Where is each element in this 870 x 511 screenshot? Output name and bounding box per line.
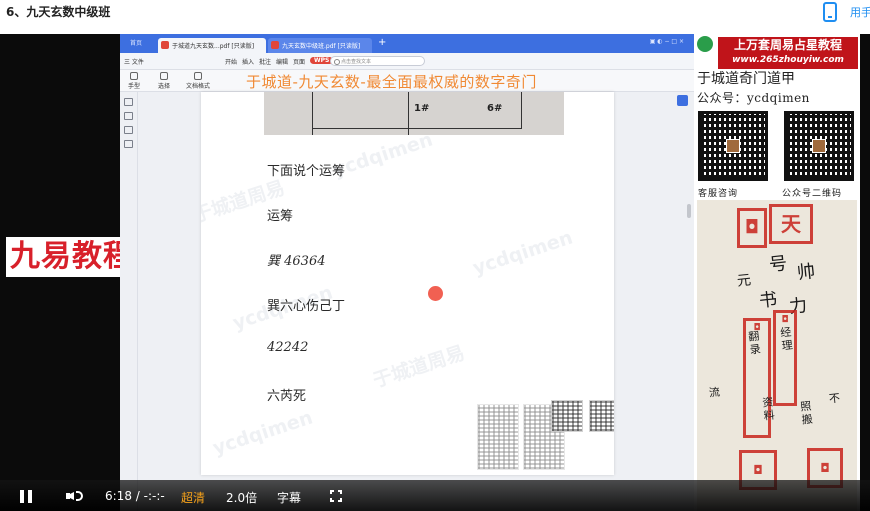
qr-avatar [726,139,740,153]
ad-panel: 上万套周易占星教程 www.265zhouyiw.com 于城道奇门道甲 公众号… [694,34,860,511]
page-header: 6、九天玄数中级班 用手 [0,0,870,24]
handwritten-mark: 流 [708,385,721,400]
tool-select: 选择 [158,72,170,90]
handwritten-mark: 资料 [761,395,776,423]
menu-comment: 批注 [259,59,272,66]
doc-line: 下面说个运筹 [267,164,346,179]
page-watermark: ycdqimen [330,128,436,182]
pdf-search-input: 点击查找文本 [330,56,425,66]
table-divider [312,92,313,135]
qr-avatar [812,139,826,153]
wps-tabbar: 首页 于城道九天玄数...pdf [只读版] 九天玄数中级班.pdf [只读版]… [120,34,694,53]
handwritten-mark: 经理 [779,325,794,353]
qr-code [589,400,614,432]
handwritten-mark: 号 [768,253,789,276]
red-seal: 天 [769,204,813,244]
window-controls: ▣ ◐ − □ × [649,38,684,45]
handwritten-mark: 书 [758,289,779,312]
signed-paper: ◘ 天 元 号 帅 书 力 ◘ ◘ 翻录 经理 资料 照搬 不 流 ◘ ◘ [697,200,857,511]
wps-side-rail [120,92,138,511]
ad-caption: 客服咨询 [698,189,739,199]
table-photo: 1# 6# [264,92,564,135]
pdf-icon [271,41,279,49]
handwritten-mark: 不 [828,391,841,406]
menu-start: 开始 [225,59,238,66]
menu-edit: 编辑 [276,59,289,66]
attachment-icon [124,140,133,148]
video-watermark-title: 于城道-九天玄数-最全面最权威的数字奇门 [246,73,537,91]
speed-button[interactable]: 2.0倍 [226,489,257,506]
mobile-phone-icon[interactable] [823,2,837,22]
page-watermark: 于城道周易 [370,341,468,393]
table-cell: 1# [414,103,430,114]
table-cell: 6# [487,103,503,114]
fullscreen-icon[interactable] [330,490,342,502]
comment-icon [124,126,133,134]
wechat-qr-code [784,111,854,181]
new-tab-icon: + [378,37,387,48]
doc-line: 42242 [267,340,309,355]
video-player[interactable]: 九易教程 首页 于城道九天玄数...pdf [只读版] 九天玄数中级班.pdf … [0,34,870,511]
hand-icon [130,72,138,80]
page-watermark: ycdqimen [470,226,576,280]
jiuyi-logo: 九易教程 [6,237,138,277]
brand-logo-icon [697,36,713,52]
tool-hand: 手型 [128,72,140,90]
doc-tab: 九天玄数中级班.pdf [只读版] [268,38,372,53]
red-seal: ◘ [737,208,767,248]
pause-icon[interactable] [20,490,32,503]
doc-tab-label: 九天玄数中级班.pdf [只读版] [282,43,361,50]
jiuyi-logo-text: 九易教程 [10,239,134,274]
page-watermark: ycdqimen [210,406,316,460]
doc-line: 巽 46364 [267,254,326,269]
ad-banner-title: 上万套周易占星教程 [733,38,842,52]
wps-window: 首页 于城道九天玄数...pdf [只读版] 九天玄数中级班.pdf [只读版]… [120,34,694,511]
table-divider [408,92,409,135]
handwritten-mark: 元 [736,272,752,290]
pdf-icon [161,41,169,49]
volume-icon[interactable] [66,488,86,504]
cursor-icon [160,72,168,80]
menu-insert: 插入 [242,59,255,66]
ad-caption: 公众号二维码 [782,189,843,199]
qr-code [551,400,583,432]
player-control-bar: 6:18 / -:-:- 超清 2.0倍 字幕 [0,480,870,511]
doc-line: 巽六心伤己丁 [267,299,346,314]
qr-watermark-cluster [477,400,614,472]
doc-line: 六芮死 [267,389,307,404]
handwritten-mark: 翻录 [747,329,762,357]
page-title: 6、九天玄数中级班 [6,5,111,19]
doc-line: 运筹 [267,209,294,224]
playback-time: 6:18 / -:-:- [105,489,165,503]
tool-format: 文档格式 [186,72,210,90]
pdf-page: 1# 6# ycdqimen 于城道周易 ycdqimen ycdqimen 于… [201,92,614,475]
service-qr-code [698,111,768,181]
cursor-highlight-dot [428,286,443,301]
doc-tab-active: 于城道九天玄数...pdf [只读版] [158,38,266,53]
document-icon [194,72,202,80]
sidebar-toggle-icon [677,95,688,106]
ad-banner-url: www.265zhouyiw.com [732,55,844,65]
ad-line: 于城道奇门道甲 [697,71,795,87]
menu-page: 页面 [293,59,306,66]
qr-code [477,404,519,470]
bookmark-icon [124,112,133,120]
wps-home-tab: 首页 [130,40,143,47]
ad-banner: 上万套周易占星教程 www.265zhouyiw.com [718,37,858,69]
red-seal: ◘ [773,310,797,406]
wps-menubar: 三 文件 开始 插入 批注 编辑 页面 WPS 点击查找文本 [120,53,694,70]
pdf-scrollbar [687,204,691,218]
handwritten-mark: 照搬 [799,399,814,427]
mobile-link[interactable]: 用手 [850,4,870,20]
thumbnail-icon [124,98,133,106]
subtitle-button[interactable]: 字幕 [277,489,301,506]
ad-line: 公众号：ycdqimen [697,91,810,105]
handwritten-mark: 帅 [796,261,817,284]
doc-tab-label: 于城道九天玄数...pdf [只读版] [172,43,255,50]
quality-button[interactable]: 超清 [181,489,205,506]
menu-file: 三 文件 [124,59,144,66]
